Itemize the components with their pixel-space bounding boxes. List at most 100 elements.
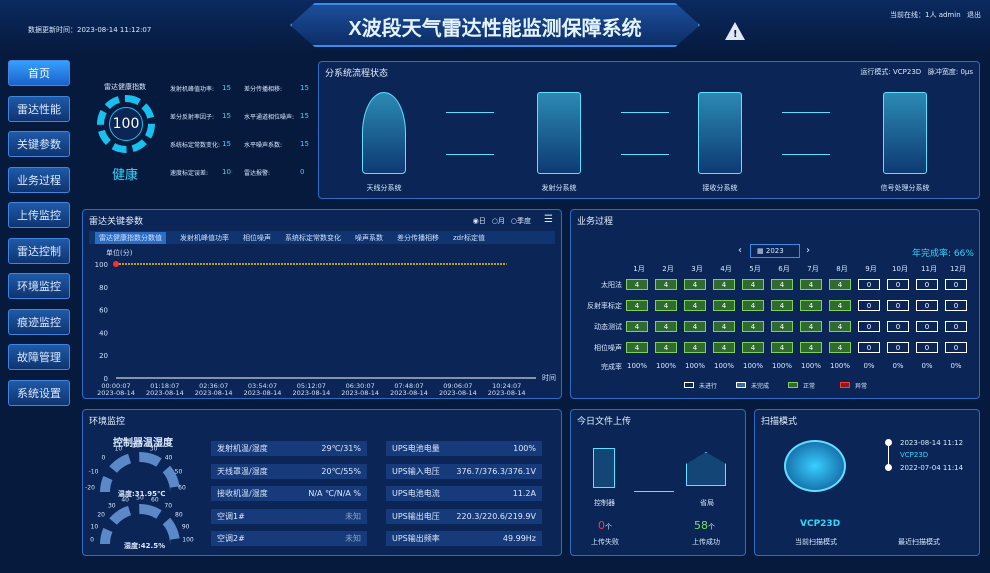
status-cell[interactable]: 4 — [800, 300, 822, 311]
status-cell[interactable]: 0 — [887, 279, 909, 290]
status-cell[interactable]: 4 — [655, 321, 677, 332]
x-axis-label: 时间 — [542, 373, 556, 382]
page-title: X波段天气雷达性能监测保障系统 — [348, 18, 642, 40]
status-cell[interactable]: 4 — [626, 342, 648, 353]
gauge-tick: -10 — [88, 468, 99, 476]
sidebar-item[interactable]: 系统设置 — [8, 379, 70, 406]
status-cell[interactable]: 0 — [887, 342, 909, 353]
status-cell[interactable]: 4 — [713, 342, 735, 353]
tab-5[interactable]: 差分传播相移 — [397, 233, 439, 243]
status-cell[interactable]: 0 — [916, 300, 938, 311]
env-label: UPS输入电压 — [392, 466, 440, 476]
status-cell[interactable]: 0 — [945, 342, 967, 353]
radio-2[interactable]: ○季度 — [511, 217, 531, 225]
run-mode: 运行模式: VCP23D 脉冲宽度: 0μs — [860, 68, 973, 76]
status-cell[interactable]: 4 — [829, 300, 851, 311]
status-cell[interactable]: 4 — [713, 300, 735, 311]
rate-value: 100% — [655, 362, 676, 370]
status-cell[interactable]: 4 — [771, 279, 793, 290]
status-cell[interactable]: 0 — [858, 300, 880, 311]
status-cell[interactable]: 4 — [742, 342, 764, 353]
status-cell[interactable]: 0 — [887, 300, 909, 311]
radio-1[interactable]: ○月 — [492, 217, 505, 225]
status-cell[interactable]: 0 — [945, 279, 967, 290]
status-cell[interactable]: 4 — [829, 279, 851, 290]
tab-0[interactable]: 雷达健康指数分数值 — [95, 231, 166, 244]
status-cell[interactable]: 0 — [858, 279, 880, 290]
status-cell[interactable]: 4 — [742, 279, 764, 290]
sidebar-item[interactable]: 痕迹监控 — [8, 308, 70, 335]
env-label: 空调1# — [217, 511, 245, 521]
status-cell[interactable]: 0 — [945, 321, 967, 332]
status-cell[interactable]: 4 — [742, 300, 764, 311]
sidebar-item[interactable]: 关键参数 — [8, 131, 70, 157]
keyparams-title: 雷达关键参数 — [89, 217, 144, 227]
sidebar-item[interactable]: 环境监控 — [8, 273, 70, 299]
status-cell[interactable]: 0 — [916, 279, 938, 290]
status-cell[interactable]: 0 — [858, 342, 880, 353]
rate-value: 100% — [771, 362, 792, 370]
status-cell[interactable]: 0 — [945, 300, 967, 311]
env-value: 20℃/55% — [321, 466, 361, 476]
status-cell[interactable]: 4 — [684, 279, 706, 290]
status-cell[interactable]: 4 — [713, 279, 735, 290]
tab-4[interactable]: 噪声系数 — [355, 233, 383, 243]
status-cell[interactable]: 4 — [800, 279, 822, 290]
x-tick-date: 2023-08-14 — [439, 389, 477, 396]
status-cell[interactable]: 4 — [771, 342, 793, 353]
current-scan-label: 当前扫描模式 — [795, 538, 837, 546]
status-cell[interactable]: 4 — [800, 342, 822, 353]
header-update-label: 数据更新时间：2023-08-14 11:12:07 — [28, 26, 152, 34]
status-cell[interactable]: 4 — [626, 279, 648, 290]
next-year-button[interactable]: › — [806, 245, 810, 256]
settings-icon[interactable]: ☰ — [544, 214, 553, 225]
status-cell[interactable]: 0 — [887, 321, 909, 332]
status-cell[interactable]: 4 — [829, 321, 851, 332]
status-cell[interactable]: 4 — [771, 300, 793, 311]
health-ring: 100 — [97, 95, 155, 153]
status-cell[interactable]: 4 — [742, 321, 764, 332]
tab-1[interactable]: 发射机峰值功率 — [180, 233, 229, 243]
env-row: 接收机温/湿度 N/A ℃/N/A % — [211, 486, 367, 501]
business-title: 业务过程 — [577, 217, 614, 227]
metric-value: 15 — [222, 140, 231, 148]
month-header: 11月 — [921, 265, 937, 273]
status-cell[interactable]: 4 — [800, 321, 822, 332]
period-radios[interactable]: ◉日 ○月 ○季度 — [467, 216, 531, 226]
status-cell[interactable]: 4 — [655, 300, 677, 311]
status-cell[interactable]: 4 — [626, 321, 648, 332]
status-cell[interactable]: 4 — [829, 342, 851, 353]
status-cell[interactable]: 4 — [713, 321, 735, 332]
flow-arrow — [621, 154, 669, 155]
sidebar-item[interactable]: 雷达控制 — [8, 237, 70, 264]
status-cell[interactable]: 4 — [655, 279, 677, 290]
tab-2[interactable]: 相位噪声 — [243, 233, 271, 243]
status-cell[interactable]: 4 — [655, 342, 677, 353]
gauge-tick: 40 — [121, 496, 129, 504]
subsystem-panel: 分系统流程状态 运行模式: VCP23D 脉冲宽度: 0μs — [318, 61, 980, 199]
status-cell[interactable]: 4 — [626, 300, 648, 311]
tab-3[interactable]: 系统标定常数变化 — [285, 233, 341, 243]
sidebar-item[interactable]: 首页 — [8, 60, 70, 86]
sidebar-item[interactable]: 雷达性能 — [8, 95, 70, 122]
radio-0[interactable]: ◉日 — [473, 217, 486, 225]
env-value: 11.2A — [512, 489, 536, 498]
sidebar-item[interactable]: 业务过程 — [8, 166, 70, 193]
env-label: 接收机温/湿度 — [217, 489, 268, 498]
status-cell[interactable]: 4 — [684, 300, 706, 311]
logout-link[interactable]: 退出 — [967, 10, 981, 20]
status-cell[interactable]: 0 — [858, 321, 880, 332]
tab-6[interactable]: zdr标定值 — [453, 233, 485, 243]
month-header: 3月 — [691, 265, 703, 273]
year-picker[interactable]: ▦ 2023 — [750, 244, 800, 258]
sidebar-item[interactable]: 上传监控 — [8, 202, 70, 228]
status-cell[interactable]: 4 — [771, 321, 793, 332]
prev-year-button[interactable]: ‹ — [738, 245, 742, 256]
status-cell[interactable]: 0 — [916, 321, 938, 332]
sidebar-item[interactable]: 故障管理 — [8, 344, 70, 370]
status-cell[interactable]: 4 — [684, 321, 706, 332]
status-cell[interactable]: 0 — [916, 342, 938, 353]
rate-value: 100% — [800, 362, 821, 370]
status-cell[interactable]: 4 — [684, 342, 706, 353]
controller-icon — [593, 448, 615, 488]
